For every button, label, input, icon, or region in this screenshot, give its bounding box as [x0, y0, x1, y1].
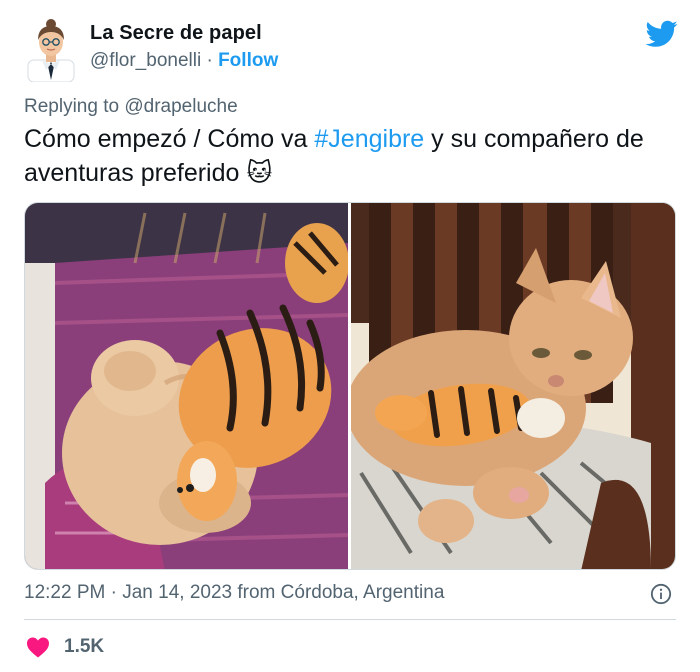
tweet-text: Cómo empezó / Cómo va #Jengibre y su com…: [24, 122, 664, 190]
hashtag-link[interactable]: #Jengibre: [314, 125, 424, 153]
follow-button[interactable]: Follow: [218, 50, 278, 71]
info-icon[interactable]: [650, 583, 672, 605]
like-row[interactable]: 1.5K: [24, 634, 104, 660]
tweet-photo-cat[interactable]: [351, 203, 676, 570]
like-count: 1.5K: [64, 636, 105, 657]
reply-prefix: Replying to: [24, 96, 120, 117]
media-grid: [24, 202, 676, 570]
cat-emoji: 🐱: [246, 159, 273, 187]
tweet-location: from Córdoba, Argentina: [237, 582, 445, 603]
tweet-photo-kitten[interactable]: [25, 203, 348, 570]
avatar[interactable]: [24, 16, 78, 82]
tweet-date[interactable]: Jan 14, 2023: [122, 582, 232, 603]
reply-context: Replying to @drapeluche: [24, 96, 238, 118]
separator-dot: ·: [206, 50, 213, 71]
tweet-text-start: Cómo empezó / Cómo va: [24, 125, 315, 153]
twitter-bird-icon[interactable]: [646, 20, 678, 48]
meta-dot: ·: [110, 582, 117, 603]
author-name[interactable]: La Secre de papel: [90, 22, 262, 45]
tweet-metadata: 12:22 PM · Jan 14, 2023 from Córdoba, Ar…: [24, 582, 444, 604]
tweet-time[interactable]: 12:22 PM: [24, 582, 105, 603]
tweet-header: La Secre de papel @flor_bonelli · Follow: [24, 14, 680, 84]
author-handle[interactable]: @flor_bonelli: [90, 50, 201, 71]
divider: [24, 619, 676, 620]
author-handle-row: @flor_bonelli · Follow: [90, 50, 278, 72]
heart-icon[interactable]: [26, 636, 50, 658]
reply-handle-link[interactable]: @drapeluche: [124, 96, 237, 117]
